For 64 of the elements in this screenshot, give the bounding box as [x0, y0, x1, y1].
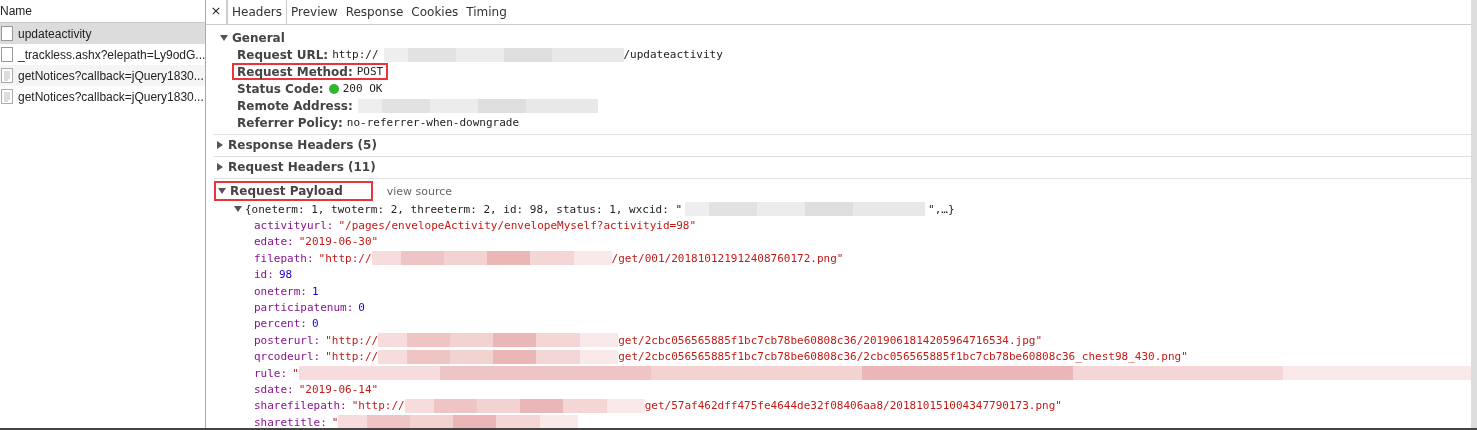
property-key: qrcodeurl: [254, 350, 321, 364]
property-value: "http:// [351, 399, 405, 413]
object-summary: {oneterm: 1, twoterm: 2, threeterm: 2, id: 98, status: 1, wxcid: " [245, 202, 683, 216]
header-value: POST [356, 65, 384, 78]
file-icon [1, 26, 13, 41]
property-key: edate: [254, 235, 294, 249]
request-row[interactable]: getNotices?callback=jQuery1830... [0, 86, 205, 107]
property-value: "http:// [318, 251, 372, 265]
property-key: filepath: [254, 251, 314, 265]
header-name: Request URL: [237, 47, 329, 62]
property-key: participatenum: [254, 301, 354, 315]
property-value: /get/001/201810121912408760172.png" [611, 251, 844, 265]
property-value: "2019-06-30" [298, 235, 379, 249]
section-header[interactable]: Request Payload [214, 181, 373, 201]
expand-triangle-icon [216, 141, 224, 149]
section-header[interactable]: General [214, 30, 287, 46]
property-key: sharetitle: [254, 415, 327, 428]
property-key: sharefilepath: [254, 399, 347, 413]
property-key: percent: [254, 317, 307, 331]
property-value: "http:// [325, 350, 379, 364]
header-name: Remote Address: [237, 98, 353, 113]
property-key: sdate: [254, 383, 294, 396]
header-value: 200 OK [342, 82, 383, 95]
request-row[interactable]: updateactivity [0, 23, 205, 44]
property-key: activityurl: [254, 219, 334, 233]
expand-triangle-icon [216, 163, 224, 171]
tab[interactable]: Cookies [407, 0, 463, 24]
header-name: Request Method: [237, 64, 353, 79]
expand-triangle-icon[interactable] [234, 205, 242, 214]
property-value: get/2cbc056565885f1bc7cb78be60808c36/2cbc056565885f1bc7cb78be60808c36_chest98_430.png" [618, 350, 1188, 364]
document-icon [1, 68, 13, 83]
property-value: 0 [312, 317, 319, 331]
property-key: id: [254, 268, 274, 282]
request-row[interactable]: _trackless.ashx?elepath=Ly9odG... [0, 44, 205, 65]
property-key: posterurl: [254, 333, 321, 347]
property-key: rule: [254, 366, 288, 380]
column-header[interactable]: Name [0, 4, 32, 18]
expand-triangle-icon [218, 187, 226, 195]
property-value: "/pages/envelopeActivity/envelopeMyself?activityid=98" [338, 219, 697, 233]
property-key: oneterm: [254, 284, 307, 298]
property-value: get/57af462dff475fe4644de32f08406aa8/201810151004347790173.png" [644, 399, 1062, 413]
property-value: "http:// [325, 333, 379, 347]
tab[interactable]: Headers [227, 0, 287, 24]
header-value: no-referrer-when-downgrade [346, 116, 519, 129]
view-source-link[interactable]: view source [386, 184, 453, 198]
section-header[interactable]: Response Headers (5) [214, 137, 379, 153]
object-summary: ",…} [928, 202, 955, 216]
header-name: Status Code: [237, 81, 324, 96]
tab[interactable]: Response [341, 0, 408, 24]
header-name: Referrer Policy: [237, 115, 343, 130]
property-value: get/2cbc056565885f1bc7cb78be60808c36/2019061814205964716534.jpg" [618, 333, 1043, 347]
property-value: 98 [278, 268, 293, 282]
tab[interactable]: Preview [286, 0, 342, 24]
header-value: /updateactivity [623, 48, 723, 61]
expand-triangle-icon [220, 34, 228, 42]
header-value: http:// [332, 48, 379, 61]
property-value: "2019-06-14" [298, 383, 379, 396]
property-value: " [292, 366, 299, 380]
section-header[interactable]: Request Headers (11) [214, 159, 378, 175]
tab[interactable]: Timing [462, 0, 511, 24]
request-row[interactable]: getNotices?callback=jQuery1830... [0, 65, 205, 86]
property-value: " [331, 415, 339, 428]
property-value: 0 [358, 301, 365, 315]
property-value: 1 [312, 284, 319, 298]
